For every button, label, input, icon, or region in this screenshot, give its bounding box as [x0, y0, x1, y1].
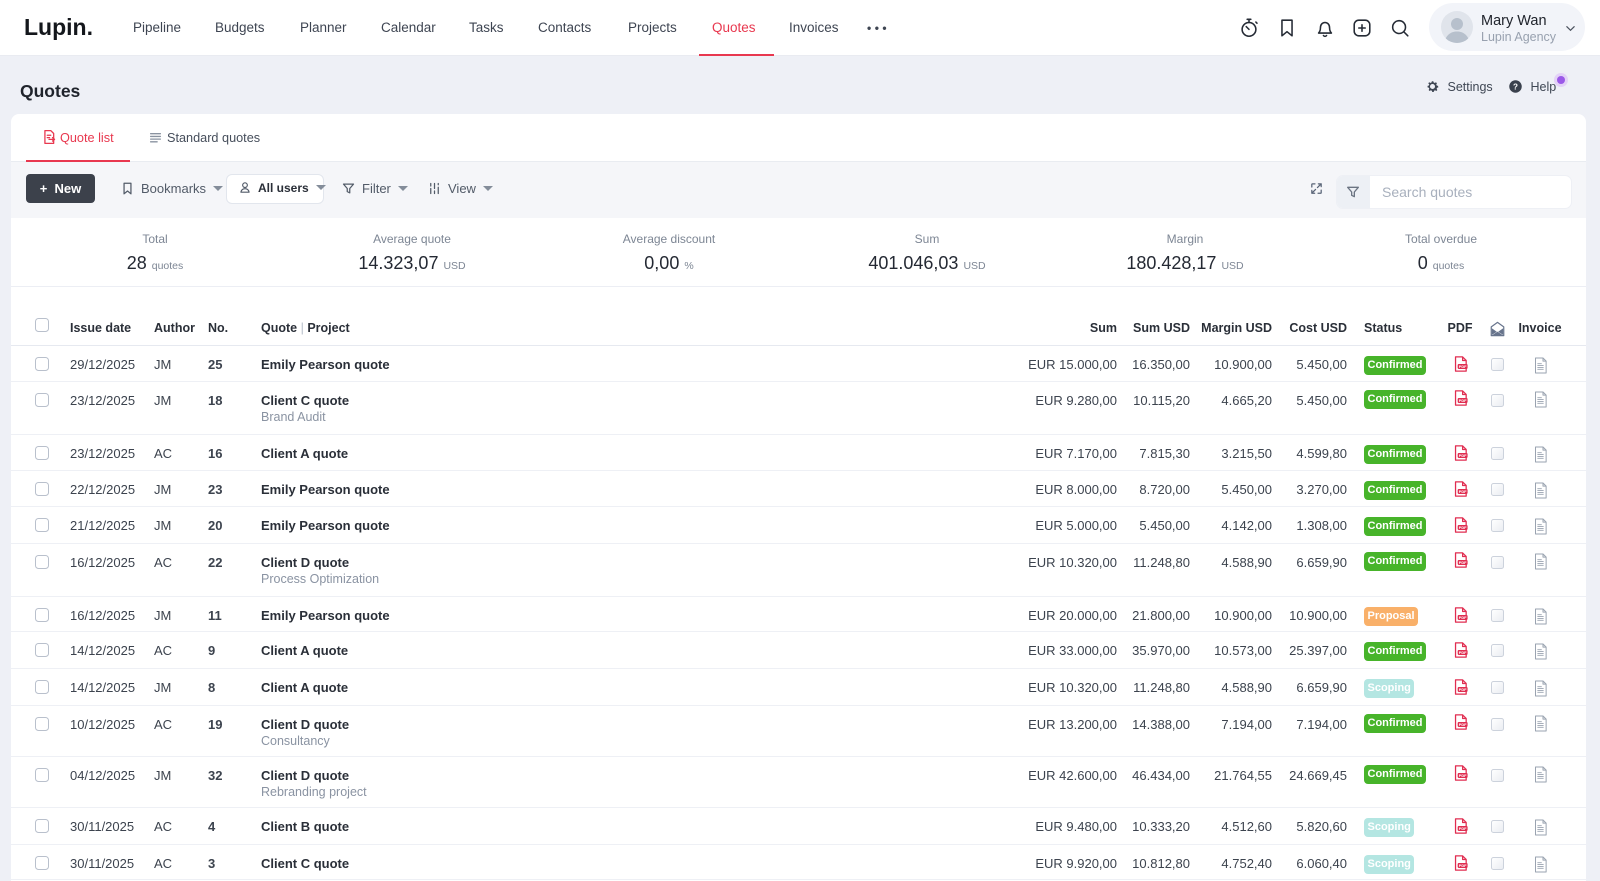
svg-text:PDF: PDF — [1458, 398, 1466, 403]
svg-text:PDF: PDF — [1458, 364, 1466, 369]
svg-text:PDF: PDF — [1458, 525, 1466, 530]
svg-text:PDF: PDF — [1458, 863, 1466, 868]
svg-text:PDF: PDF — [1458, 489, 1466, 494]
svg-text:PDF: PDF — [1458, 687, 1466, 692]
svg-text:PDF: PDF — [1458, 453, 1466, 458]
svg-text:PDF: PDF — [1458, 615, 1466, 620]
svg-text:PDF: PDF — [1458, 650, 1466, 655]
svg-text:PDF: PDF — [1458, 722, 1466, 727]
svg-text:PDF: PDF — [1458, 826, 1466, 831]
svg-text:PDF: PDF — [1458, 560, 1466, 565]
svg-text:?: ? — [1513, 82, 1518, 91]
svg-text:PDF: PDF — [1458, 773, 1466, 778]
